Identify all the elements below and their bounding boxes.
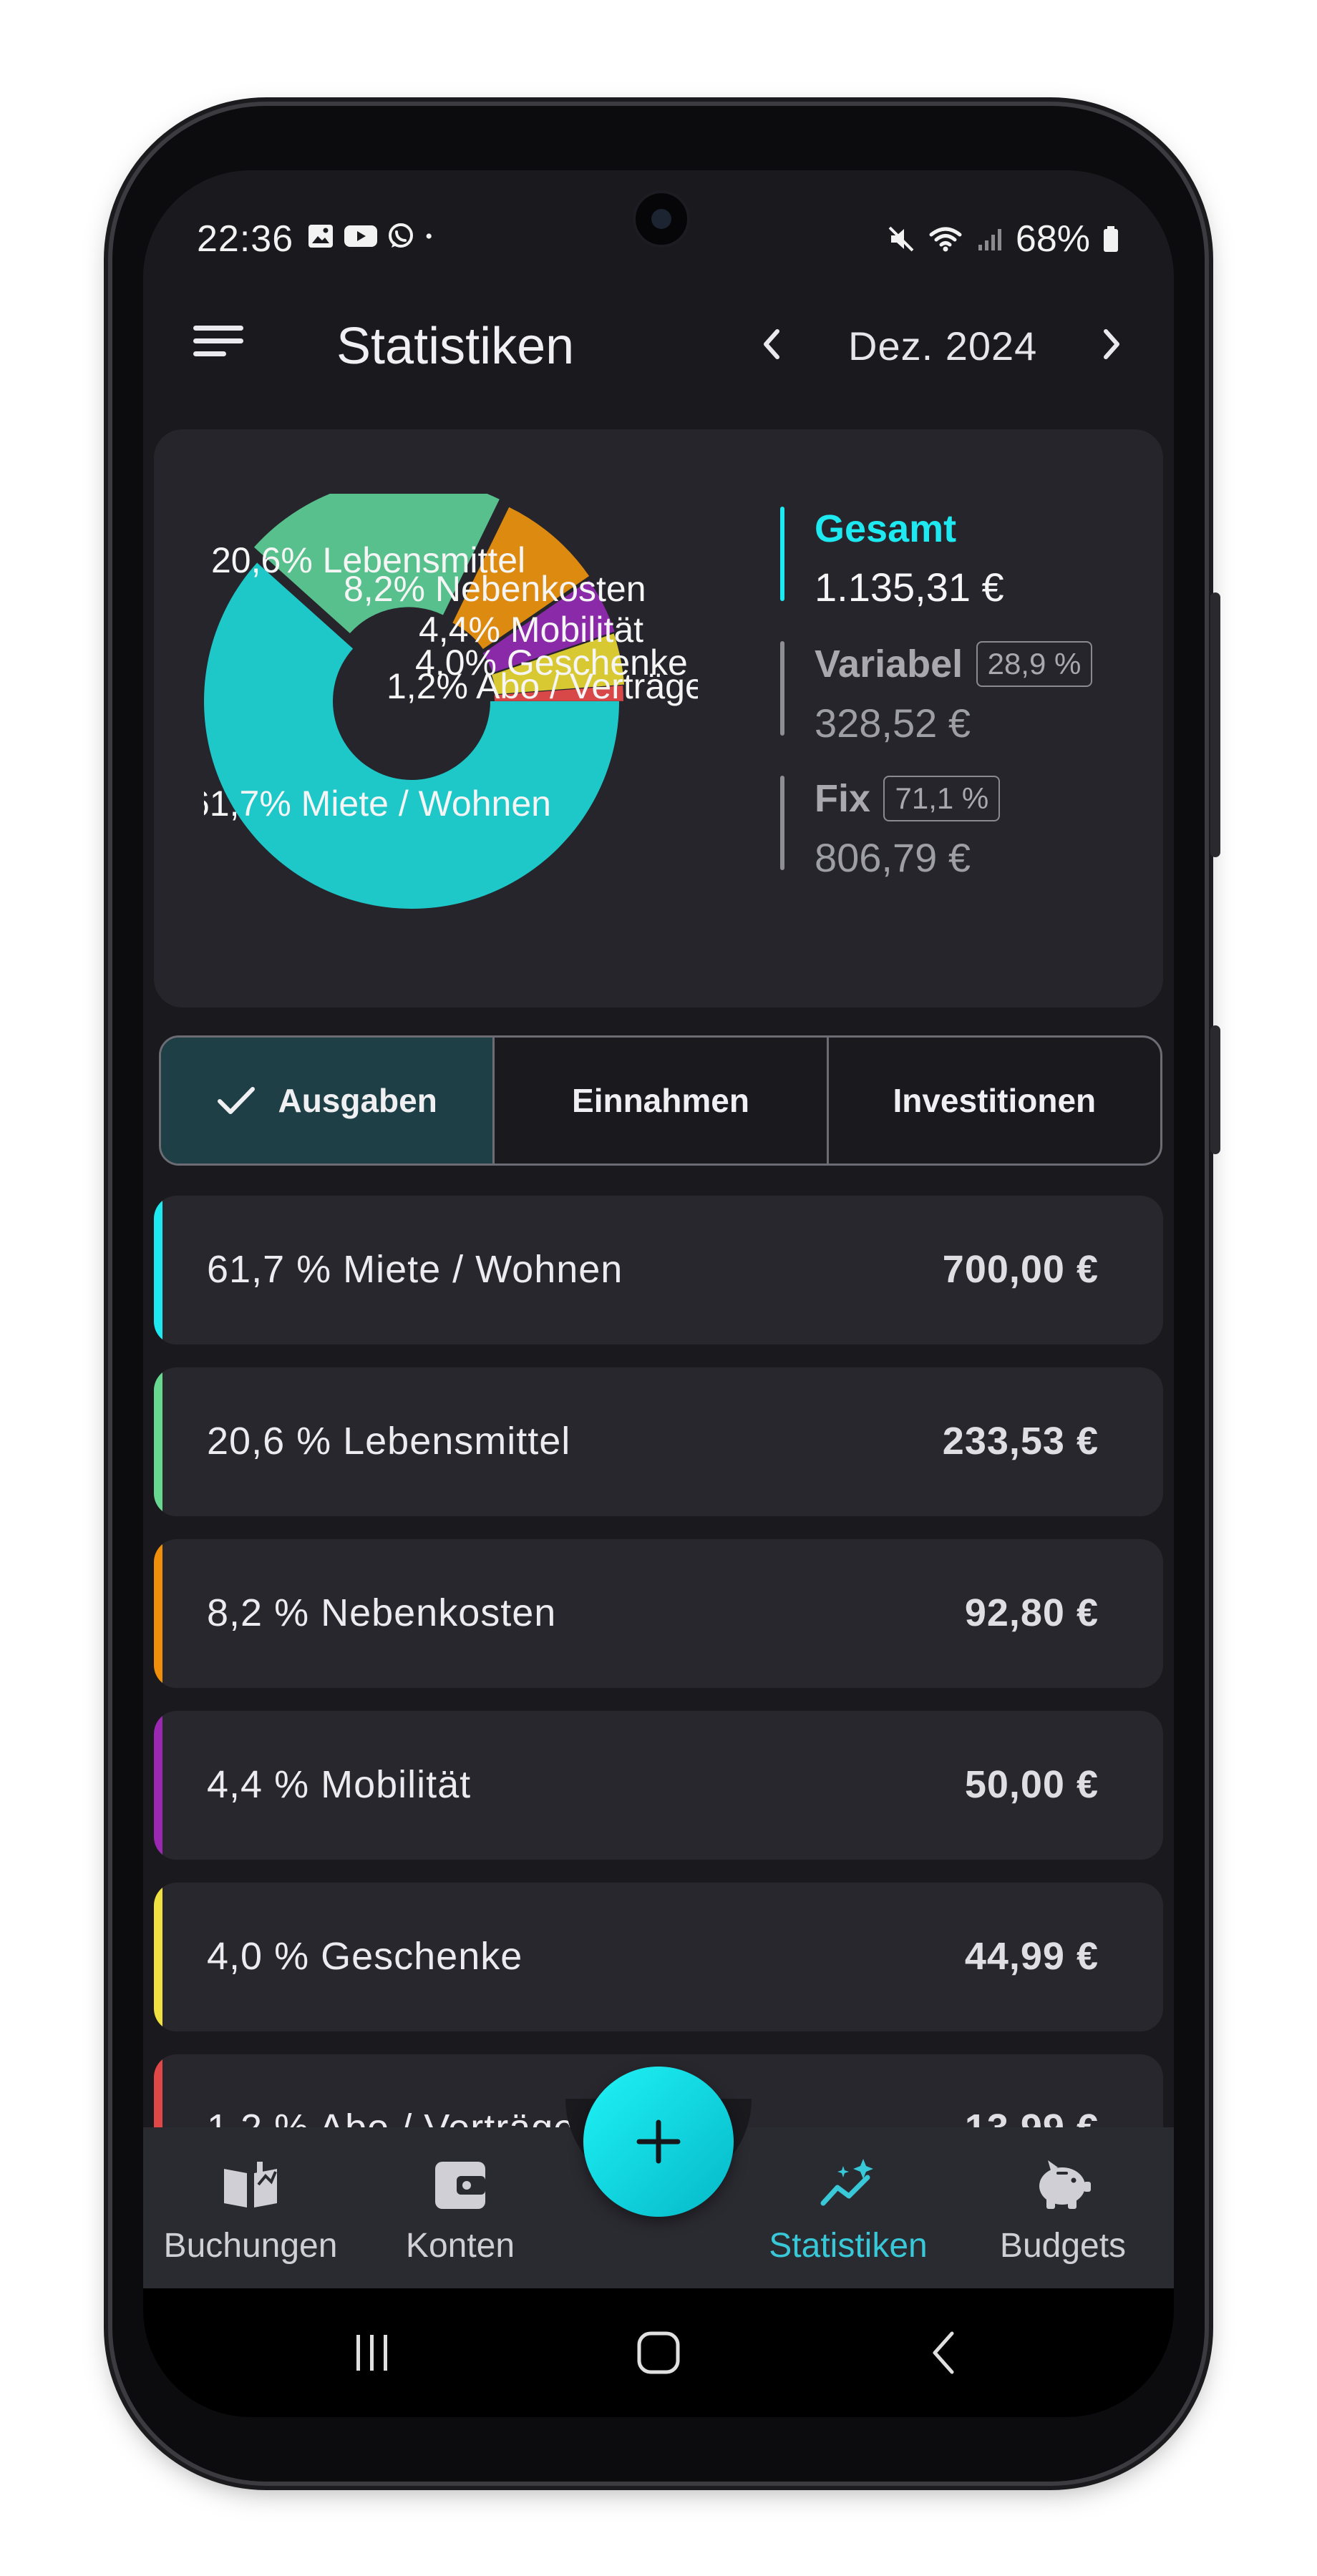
category-color-stripe [154, 1367, 162, 1516]
wallet-icon [435, 2162, 485, 2209]
book-icon [224, 2162, 277, 2207]
category-color-stripe [154, 1711, 162, 1860]
category-amount: 50,00 € [964, 1763, 1099, 1806]
category-color-stripe [154, 1539, 162, 1688]
nav-konten[interactable]: Konten [367, 2156, 553, 2265]
power-button [1210, 1025, 1220, 1154]
category-color-stripe [154, 1196, 162, 1345]
status-time: 22:36 [197, 218, 294, 260]
wifi-icon [929, 227, 962, 252]
segment-label: Ausgaben [278, 1082, 437, 1119]
category-label: 4,4 % Mobilität [207, 1763, 472, 1806]
screen: 22:36 68% Statistiken Dez. 2024 61,7% Mi… [143, 170, 1174, 2417]
home-icon[interactable] [630, 2328, 687, 2378]
piggy-bank-icon [1039, 2160, 1091, 2209]
variable-label: Variabel [815, 643, 963, 686]
notification-icons [306, 222, 441, 250]
variable-value: 328,52 € [815, 701, 971, 746]
expense-pie-chart[interactable]: 61,7% Miete / Wohnen20,6% Lebensmittel8,… [204, 494, 698, 923]
plus-icon [636, 2119, 681, 2164]
youtube-icon [344, 225, 377, 247]
battery-percent: 68% [1015, 218, 1090, 260]
category-color-stripe [154, 1883, 162, 2031]
summary-panel: Gesamt 1.135,31 € Variabel 28,9 % 328,52… [780, 507, 1152, 910]
battery-icon [1104, 226, 1118, 252]
volume-button [1210, 592, 1220, 857]
add-transaction-button[interactable] [583, 2067, 734, 2217]
list-item[interactable]: 8,2 % Nebenkosten 92,80 € [154, 1539, 1163, 1688]
fixed-percent-badge: 71,1 % [883, 776, 1001, 821]
category-amount: 700,00 € [942, 1248, 1099, 1291]
category-amount: 233,53 € [942, 1420, 1099, 1463]
chevron-left-icon[interactable] [752, 321, 792, 367]
variable-bar [780, 641, 784, 736]
pie-label-nebenkosten: 8,2% Nebenkosten [344, 569, 646, 609]
category-amount: 44,99 € [964, 1935, 1099, 1978]
segment-einnahmen[interactable]: Einnahmen [495, 1038, 829, 1163]
fixed-label: Fix [815, 777, 871, 820]
segment-investitionen[interactable]: Investitionen [829, 1038, 1160, 1163]
nav-label: Konten [405, 2227, 515, 2265]
list-item[interactable]: 4,0 % Geschenke 44,99 € [154, 1883, 1163, 2031]
signal-icon [978, 229, 1001, 250]
nav-label: Budgets [999, 2227, 1127, 2265]
month-label: Dez. 2024 [848, 323, 1038, 369]
pie-label-abo: 1,2% Abo / Verträge [387, 666, 698, 706]
segment-label: Einnahmen [572, 1082, 749, 1119]
menu-icon[interactable] [193, 320, 243, 363]
status-right: 68% [887, 218, 1120, 260]
dot-icon [426, 233, 432, 239]
phone-frame: 22:36 68% Statistiken Dez. 2024 61,7% Mi… [112, 106, 1220, 2482]
category-label: 61,7 % Miete / Wohnen [207, 1248, 623, 1291]
fixed-bar [780, 776, 784, 870]
gallery-icon [308, 225, 333, 248]
chevron-right-icon[interactable] [1092, 321, 1132, 367]
category-label: 20,6 % Lebensmittel [207, 1420, 571, 1463]
page-title: Statistiken [336, 318, 575, 375]
total-value: 1.135,31 € [815, 565, 1004, 610]
nav-budgets[interactable]: Budgets [970, 2156, 1156, 2265]
fixed-summary: Fix 71,1 % 806,79 € [780, 776, 1152, 880]
total-bar [780, 507, 784, 601]
category-amount: 92,80 € [964, 1591, 1099, 1634]
pie-label-miete: 61,7% Miete / Wohnen [204, 784, 551, 824]
status-bar: 22:36 68% [143, 213, 1174, 263]
nav-label: Buchungen [163, 2227, 338, 2265]
chart-card: 61,7% Miete / Wohnen 20,6% Lebensmittel 8,… [154, 429, 1163, 1008]
total-label: Gesamt [815, 507, 957, 550]
nav-buchungen[interactable]: Buchungen [157, 2156, 344, 2265]
segment-ausgaben[interactable]: Ausgaben [161, 1038, 495, 1163]
recents-icon[interactable] [344, 2328, 401, 2378]
category-label: 4,0 % Geschenke [207, 1935, 523, 1978]
type-segmented-control: Ausgaben Einnahmen Investitionen [159, 1035, 1162, 1166]
check-icon [218, 1087, 256, 1114]
nav-statistiken[interactable]: Statistiken [755, 2156, 941, 2265]
nav-label: Statistiken [769, 2227, 928, 2265]
variable-summary: Variabel 28,9 % 328,52 € [780, 641, 1152, 746]
whatsapp-icon [389, 223, 413, 248]
back-icon[interactable] [916, 2328, 973, 2378]
app-bar: Statistiken Dez. 2024 [143, 288, 1174, 403]
list-item[interactable]: 61,7 % Miete / Wohnen 700,00 € [154, 1196, 1163, 1345]
stats-sparkle-icon [820, 2159, 873, 2206]
fixed-value: 806,79 € [815, 835, 971, 880]
category-label: 8,2 % Nebenkosten [207, 1591, 557, 1634]
mute-icon [888, 226, 914, 252]
total-summary: Gesamt 1.135,31 € [780, 507, 1152, 610]
list-item[interactable]: 20,6 % Lebensmittel 233,53 € [154, 1367, 1163, 1516]
list-item[interactable]: 4,4 % Mobilität 50,00 € [154, 1711, 1163, 1860]
segment-label: Investitionen [893, 1082, 1097, 1119]
variable-percent-badge: 28,9 % [976, 641, 1093, 687]
system-navigation-bar [143, 2288, 1174, 2417]
